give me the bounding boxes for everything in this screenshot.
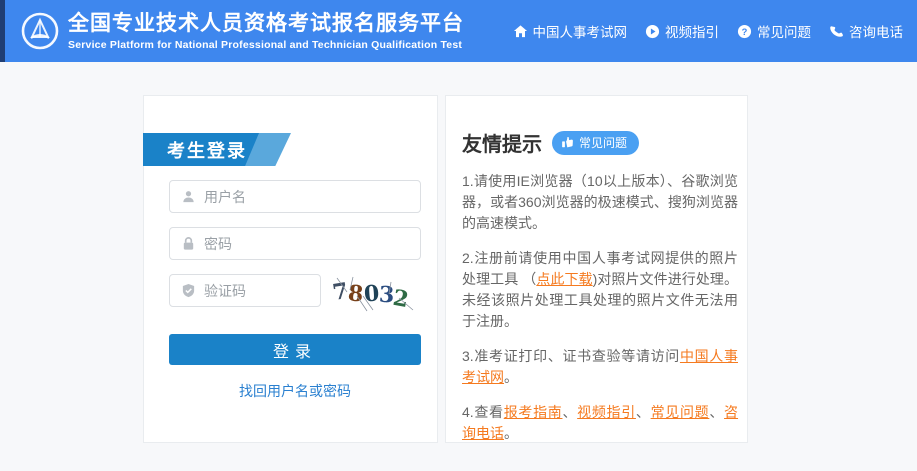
download-tool-link[interactable]: 点此下载 [536, 271, 592, 287]
nav-phone[interactable]: 咨询电话 [829, 21, 903, 41]
header: 全国专业技术人员资格考试报名服务平台 Service Platform for … [0, 0, 917, 62]
tip-item-4: 4.查看报考指南、视频指引、常见问题、咨询电话。 [462, 402, 738, 444]
password-field[interactable] [169, 227, 421, 260]
login-form: 78032 登录 找回用户名或密码 [169, 180, 421, 401]
captcha-code: 78032 [333, 288, 410, 305]
nav-label: 咨询电话 [849, 21, 903, 41]
site-title: 全国专业技术人员资格考试报名服务平台 [68, 12, 464, 36]
shield-check-icon [181, 283, 196, 298]
username-field[interactable] [169, 180, 421, 213]
faq-link[interactable]: 常见问题 [651, 404, 710, 420]
tip-item-3: 3.准考证打印、证书查验等请访问中国人事考试网。 [462, 346, 738, 388]
tips-card: 友情提示 常见问题 1.请使用IE浏览器（10以上版本）、谷歌浏览器，或者360… [445, 95, 748, 443]
user-icon [181, 189, 196, 204]
tip-item-2: 2.注册前请使用中国人事考试网提供的照片处理工具 （点此下载)对照片文件进行处理… [462, 248, 738, 332]
header-left-stripe [0, 0, 5, 62]
thumb-icon [561, 136, 574, 149]
nav-label: 视频指引 [665, 21, 719, 41]
login-button[interactable]: 登录 [169, 334, 421, 365]
faq-badge[interactable]: 常见问题 [552, 131, 639, 155]
login-panel-ribbon: 考生登录 [143, 133, 293, 166]
lock-icon [181, 236, 196, 251]
home-icon [513, 24, 528, 39]
nav-label: 中国人事考试网 [533, 21, 628, 41]
tips-header: 友情提示 常见问题 [462, 128, 738, 157]
header-nav: 中国人事考试网 视频指引 ? 常见问题 咨询电话 [495, 0, 904, 62]
nav-faq[interactable]: ? 常见问题 [737, 21, 811, 41]
forgot-credentials-link[interactable]: 找回用户名或密码 [169, 381, 421, 401]
tip-text: 。 [504, 425, 518, 441]
question-circle-icon: ? [737, 24, 752, 39]
tip-text: 、 [709, 404, 724, 420]
play-circle-icon [645, 24, 660, 39]
site-logo-icon [20, 11, 60, 51]
nav-video-guide[interactable]: 视频指引 [645, 21, 719, 41]
username-input[interactable] [204, 189, 420, 205]
tip-text: 、 [562, 404, 577, 420]
login-panel-title: 考生登录 [167, 137, 247, 163]
captcha-input[interactable] [204, 283, 320, 299]
ribbon-banner: 考生登录 [143, 133, 259, 166]
faq-badge-label: 常见问题 [579, 134, 627, 151]
captcha-field[interactable] [169, 274, 321, 307]
tip-text: 1.请使用IE浏览器（10以上版本）、谷歌浏览器，或者360浏览器的极速模式、搜… [462, 173, 738, 231]
exam-guide-link[interactable]: 报考指南 [504, 404, 563, 420]
site-subtitle: Service Platform for National Profession… [68, 39, 464, 51]
nav-label: 常见问题 [757, 21, 811, 41]
nav-cpta-site[interactable]: 中国人事考试网 [513, 21, 628, 41]
captcha-image[interactable]: 78032 [333, 276, 421, 312]
captcha-row: 78032 [169, 274, 421, 321]
tip-text: 3.准考证打印、证书查验等请访问 [462, 348, 680, 364]
tips-title: 友情提示 [462, 128, 542, 157]
tip-text: 。 [504, 369, 518, 385]
brand: 全国专业技术人员资格考试报名服务平台 Service Platform for … [20, 11, 464, 51]
login-card: 考生登录 78032 [143, 95, 438, 443]
tip-text: 、 [636, 404, 651, 420]
svg-text:?: ? [742, 26, 748, 36]
tip-item-1: 1.请使用IE浏览器（10以上版本）、谷歌浏览器，或者360浏览器的极速模式、搜… [462, 171, 738, 234]
video-guide-link[interactable]: 视频指引 [577, 404, 636, 420]
tip-text: 4.查看 [462, 404, 504, 420]
password-input[interactable] [204, 236, 420, 252]
phone-icon [829, 24, 844, 39]
